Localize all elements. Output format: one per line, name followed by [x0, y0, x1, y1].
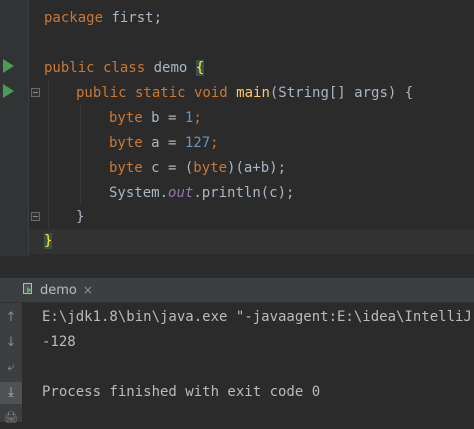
soft-wrap-icon[interactable]: ⤶ [0, 357, 22, 379]
run-tab-bar: demo × [0, 278, 474, 303]
code-line-7[interactable]: byte c = (byte)(a+b); [109, 156, 286, 181]
keyword: byte [109, 135, 143, 151]
print-icon[interactable]: 🖨 [0, 407, 22, 429]
fold-end-icon[interactable] [31, 212, 40, 221]
code-text: c = ( [142, 160, 194, 176]
scroll-to-end-icon[interactable]: ⤓ [0, 382, 22, 404]
keyword: byte [193, 160, 228, 176]
code-text: demo [145, 60, 196, 76]
console-command-line: E:\jdk1.8\bin\java.exe "-javaagent:E:\id… [42, 309, 474, 325]
code-text: System. [109, 185, 169, 201]
code-line-3[interactable]: public class demo { [44, 56, 205, 81]
run-tab-demo[interactable]: demo × [18, 278, 101, 302]
code-text: first; [103, 10, 163, 26]
keyword: public static void [76, 85, 228, 101]
down-arrow-icon[interactable]: ↓ [0, 332, 22, 354]
code-line-9[interactable]: } [76, 205, 84, 230]
semicolon: ; [193, 110, 202, 126]
code-line-6[interactable]: byte a = 127; [109, 131, 219, 156]
indent-guide [48, 80, 49, 230]
console-output-line: -128 [42, 334, 76, 350]
code-text: (String[] args) { [269, 85, 414, 101]
code-line-10-current[interactable]: } [29, 229, 474, 254]
console-exit-line: Process finished with exit code 0 [42, 384, 321, 400]
code-text: } [76, 209, 85, 225]
number-literal: 127 [184, 135, 211, 151]
tab-label: demo [40, 283, 77, 298]
keyword: byte [109, 160, 143, 176]
matched-brace: } [44, 233, 53, 249]
close-icon[interactable]: × [83, 283, 93, 297]
code-line-1[interactable]: package first; [44, 6, 162, 31]
code-text: b = [142, 110, 185, 126]
gutter-separator [28, 0, 29, 256]
code-text: .println(c); [193, 185, 295, 201]
run-class-icon[interactable] [3, 59, 14, 73]
editor-gutter [0, 0, 28, 256]
static-field: out [168, 185, 194, 201]
code-text: a = [142, 135, 185, 151]
code-text: )(a+b); [227, 160, 287, 176]
semicolon: ; [210, 135, 219, 151]
console-toolbar: ↑ ↓ ⤶ ⤓ 🖨 [0, 303, 22, 424]
keyword: byte [109, 110, 143, 126]
method-name: main [236, 85, 270, 101]
matched-brace: { [195, 60, 205, 76]
keyword: public class [44, 60, 146, 76]
up-arrow-icon[interactable]: ↑ [0, 307, 22, 329]
code-editor[interactable]: package first; public class demo { publi… [0, 0, 474, 256]
indent-guide [80, 105, 81, 205]
run-config-icon [22, 283, 34, 295]
fold-method-icon[interactable] [31, 88, 40, 97]
code-line-8[interactable]: System.out.println(c); [109, 181, 294, 206]
run-main-icon[interactable] [3, 84, 14, 98]
keyword: package [44, 10, 104, 26]
code-line-5[interactable]: byte b = 1; [109, 106, 202, 131]
code-line-4[interactable]: public static void main(String[] args) { [76, 81, 413, 106]
